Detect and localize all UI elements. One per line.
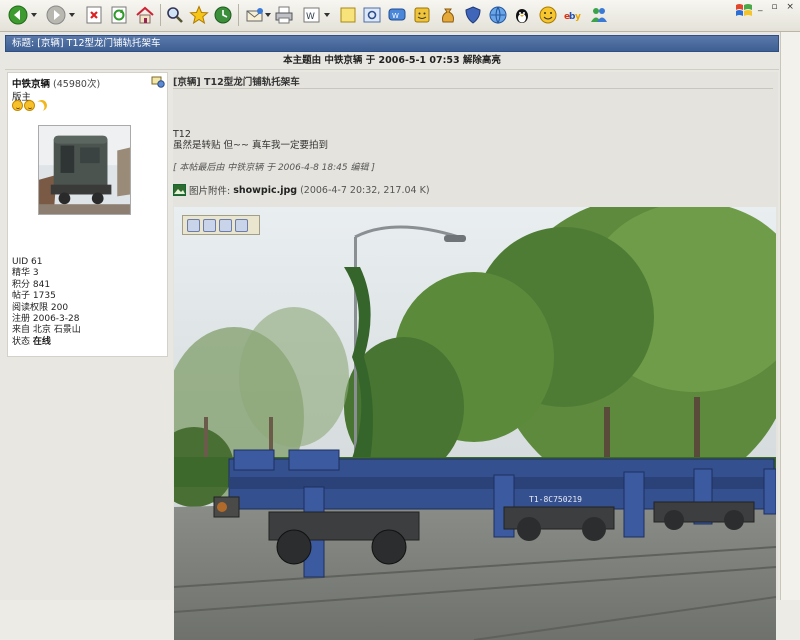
globe-icon[interactable] bbox=[486, 3, 510, 27]
qq-penguin-icon[interactable] bbox=[510, 3, 534, 27]
edit-note: [ 本帖最后由 中铁京辆 于 2006-4-8 18:45 编辑 ] bbox=[173, 163, 375, 173]
sun-rank-icon bbox=[12, 100, 23, 111]
shield-icon[interactable] bbox=[461, 3, 485, 27]
stat-label: 阅读权限 bbox=[12, 302, 49, 313]
stat-value: 2006-3-28 bbox=[32, 314, 80, 325]
attachment-filename[interactable]: showpic.jpg bbox=[233, 185, 297, 196]
messenger-icon[interactable]: W bbox=[385, 3, 409, 27]
edit-dropdown-icon[interactable] bbox=[324, 12, 330, 18]
msn-buddy-icon[interactable] bbox=[587, 3, 611, 27]
image-toolbar bbox=[182, 215, 260, 235]
avatar bbox=[38, 125, 131, 215]
emoticon-icon[interactable] bbox=[410, 3, 434, 27]
sun-rank-icon bbox=[24, 100, 35, 111]
stat-posts: 帖子 1735 bbox=[12, 291, 81, 302]
author-line: 中铁京辆 (45980次) bbox=[12, 76, 100, 90]
stat-label: 状态 bbox=[12, 336, 31, 347]
post-body-line: T12 bbox=[173, 129, 191, 140]
post-content: [京辆] T12型龙门铺轨托架车 T12 虽然是转贴 但~~ 真车我一定要拍到 … bbox=[173, 72, 778, 640]
stat-status: 状态 在线 bbox=[12, 337, 81, 348]
online-status: 在线 bbox=[32, 336, 51, 347]
print-image-icon[interactable] bbox=[203, 218, 216, 232]
mail-dropdown-icon[interactable] bbox=[265, 12, 271, 18]
stat-label: 精华 bbox=[12, 268, 31, 279]
save-image-icon[interactable] bbox=[187, 218, 200, 232]
thread-title-bar: 标题: [京辆] T12型龙门铺轨托架车 bbox=[5, 35, 779, 52]
author-stats: UID 61 精华 3 积分 841 帖子 1735 阅读权限 200 注册 2… bbox=[12, 257, 81, 348]
history-icon[interactable] bbox=[211, 3, 235, 27]
post-title: [京辆] T12型龙门铺轨托架车 bbox=[173, 77, 300, 88]
moon-rank-icon bbox=[34, 98, 49, 113]
rank-icons bbox=[12, 100, 47, 112]
home-icon[interactable] bbox=[133, 3, 157, 27]
svg-text:W: W bbox=[306, 12, 315, 22]
vertical-scrollbar[interactable] bbox=[780, 32, 800, 600]
stat-registered: 注册 2006-3-28 bbox=[12, 314, 81, 325]
stop-icon[interactable] bbox=[82, 3, 106, 27]
stat-label: 帖子 bbox=[12, 291, 31, 302]
attachment-label: 图片附件: bbox=[189, 186, 231, 197]
stat-uid: UID 61 bbox=[12, 257, 81, 268]
mail-icon[interactable] bbox=[243, 3, 267, 27]
money-bag-icon[interactable] bbox=[436, 3, 460, 27]
refresh-icon[interactable] bbox=[107, 3, 131, 27]
ebay-icon[interactable]: eby bbox=[561, 3, 585, 27]
mail-image-icon[interactable] bbox=[219, 218, 232, 232]
smiley-icon[interactable] bbox=[536, 3, 560, 27]
favorites-icon[interactable] bbox=[187, 3, 211, 27]
stat-read-permission: 阅读权限 200 bbox=[12, 303, 81, 314]
windows-logo-icon bbox=[736, 4, 752, 16]
print-icon[interactable] bbox=[272, 3, 296, 27]
stat-value: 200 bbox=[50, 302, 69, 313]
author-posts-count: (45980次) bbox=[53, 79, 101, 90]
stat-points: 积分 841 bbox=[12, 280, 81, 291]
note-icon[interactable] bbox=[336, 3, 360, 27]
stat-label: 积分 bbox=[12, 279, 31, 290]
author-panel: 中铁京辆 (45980次) 版主 UID 61 精华 3 积分 841 帖子 1… bbox=[7, 72, 168, 357]
stat-digest: 精华 3 bbox=[12, 268, 81, 279]
svg-text:y: y bbox=[575, 12, 581, 22]
post-body-line: 虽然是转贴 但~~ 真车我一定要拍到 bbox=[173, 140, 328, 151]
stat-value: 3 bbox=[32, 268, 39, 279]
stat-value: 1735 bbox=[32, 291, 56, 302]
stat-location: 来自 北京 石景山 bbox=[12, 325, 81, 336]
back-dropdown-icon[interactable] bbox=[31, 12, 37, 18]
stat-label: 注册 bbox=[12, 314, 31, 325]
forum-page: 标题: [京辆] T12型龙门铺轨托架车 本主题由 中铁京辆 于 2006-5-… bbox=[0, 32, 780, 640]
moderation-notice: 本主题由 中铁京辆 于 2006-5-1 07:53 解除高亮 bbox=[5, 52, 779, 70]
stat-label: 来自 bbox=[12, 325, 31, 336]
open-folder-icon[interactable] bbox=[235, 218, 248, 232]
back-icon[interactable] bbox=[6, 3, 30, 27]
stat-label: UID bbox=[12, 257, 29, 267]
attached-photo[interactable]: T1-8C750219 bbox=[174, 207, 776, 640]
stat-value: 61 bbox=[31, 257, 43, 267]
train-photo: T1-8C750219 bbox=[174, 207, 776, 640]
edit-icon[interactable]: W bbox=[300, 3, 324, 27]
image-attachment-icon bbox=[173, 184, 186, 196]
stat-value: 北京 石景山 bbox=[32, 325, 81, 336]
forward-icon[interactable] bbox=[44, 3, 68, 27]
stat-value: 841 bbox=[32, 279, 51, 290]
window-controls[interactable]: _ ▫ × bbox=[758, 2, 798, 14]
browser-toolbar: W W eby _ ▫ × bbox=[0, 0, 800, 32]
message-icon[interactable] bbox=[151, 76, 165, 88]
car-number: T1-8C750219 bbox=[529, 495, 582, 504]
search-icon[interactable] bbox=[163, 3, 187, 27]
attachment-line: 图片附件: showpic.jpg (2006-4-7 20:32, 217.0… bbox=[173, 183, 430, 197]
capture-icon[interactable] bbox=[360, 3, 384, 27]
post-body: T12 虽然是转贴 但~~ 真车我一定要拍到 bbox=[173, 129, 328, 151]
svg-text:W: W bbox=[392, 12, 399, 20]
attachment-meta: (2006-4-7 20:32, 217.04 K) bbox=[300, 184, 430, 196]
forward-dropdown-icon[interactable] bbox=[69, 12, 75, 18]
divider bbox=[173, 88, 773, 89]
